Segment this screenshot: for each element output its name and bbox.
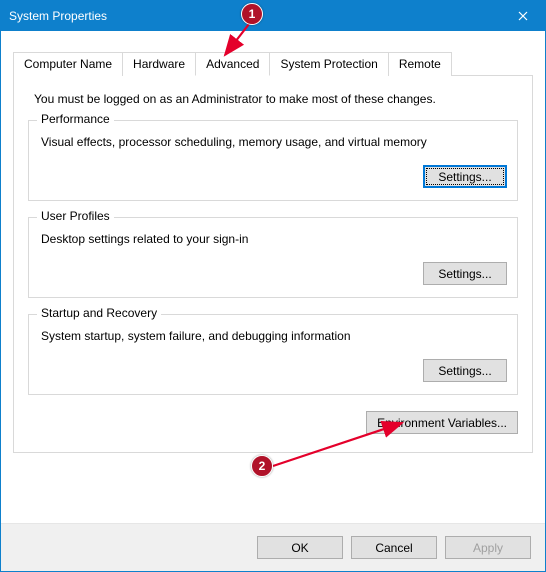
admin-notice: You must be logged on as an Administrato… [34,92,518,106]
group-user-profiles-title: User Profiles [37,209,114,223]
user-profiles-settings-button[interactable]: Settings... [423,262,507,285]
apply-button[interactable]: Apply [445,536,531,559]
annotation-badge-2: 2 [251,455,273,477]
annotation-badge-1: 1 [241,3,263,25]
group-startup-recovery-desc: System startup, system failure, and debu… [41,329,507,343]
title-bar: System Properties [1,1,545,31]
tab-hardware[interactable]: Hardware [122,52,196,76]
startup-recovery-settings-button[interactable]: Settings... [423,359,507,382]
group-startup-recovery: Startup and Recovery System startup, sys… [28,314,518,395]
tab-panel-advanced: You must be logged on as an Administrato… [13,76,533,453]
group-performance-title: Performance [37,112,114,126]
group-user-profiles: User Profiles Desktop settings related t… [28,217,518,298]
dialog-button-row: OK Cancel Apply [1,523,545,571]
tab-advanced[interactable]: Advanced [195,52,270,76]
cancel-button[interactable]: Cancel [351,536,437,559]
tab-system-protection[interactable]: System Protection [269,52,388,76]
tab-computer-name[interactable]: Computer Name [13,52,123,76]
ok-button[interactable]: OK [257,536,343,559]
close-icon [518,11,528,21]
group-performance-desc: Visual effects, processor scheduling, me… [41,135,507,149]
tab-strip: Computer Name Hardware Advanced System P… [13,51,533,76]
group-user-profiles-desc: Desktop settings related to your sign-in [41,232,507,246]
performance-settings-button[interactable]: Settings... [423,165,507,188]
window-title: System Properties [9,9,107,23]
environment-variables-button[interactable]: Environment Variables... [366,411,518,434]
tab-remote[interactable]: Remote [388,52,452,76]
group-performance: Performance Visual effects, processor sc… [28,120,518,201]
group-startup-recovery-title: Startup and Recovery [37,306,161,320]
close-button[interactable] [500,1,545,31]
